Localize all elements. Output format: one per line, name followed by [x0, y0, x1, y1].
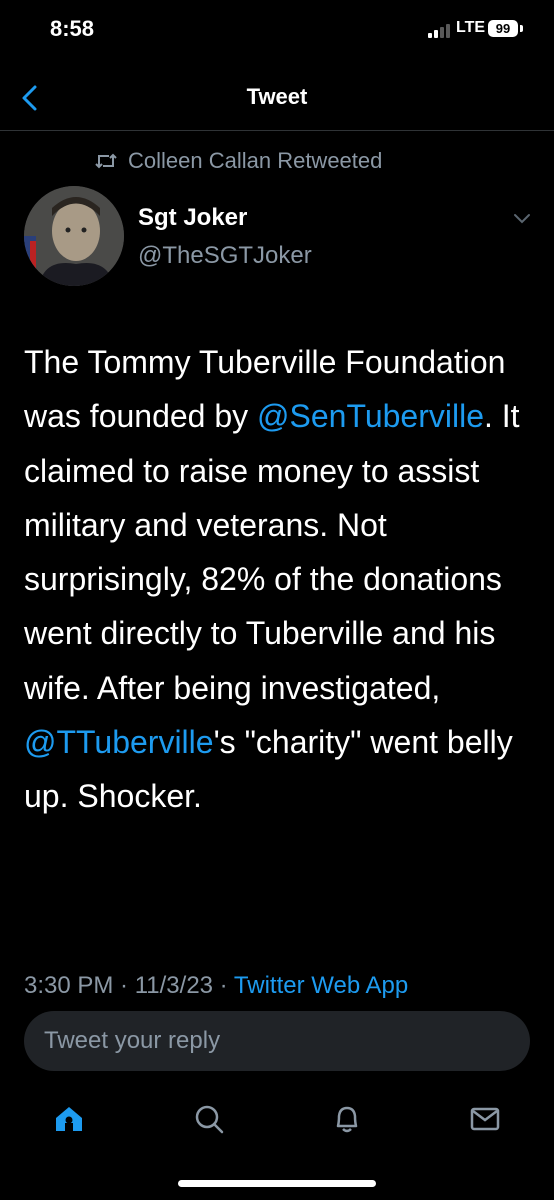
avatar[interactable] — [24, 186, 124, 286]
retweet-label: Colleen Callan Retweeted — [128, 148, 383, 173]
chevron-down-icon[interactable] — [512, 212, 532, 226]
author-name[interactable]: Sgt Joker — [138, 204, 247, 232]
tweet-time: 3:30 PM — [24, 972, 114, 999]
battery-tip — [520, 25, 523, 32]
status-time: 8:58 — [50, 16, 95, 41]
reply-placeholder: Tweet your reply — [44, 1027, 221, 1054]
page-title: Tweet — [246, 84, 308, 109]
home-icon[interactable] — [52, 1102, 86, 1136]
tweet-text-part: . It claimed to raise money to assist mi… — [24, 398, 520, 706]
source-app-link[interactable]: Twitter Web App — [234, 972, 408, 999]
separator: · — [213, 972, 234, 999]
retweet-attribution[interactable]: Colleen Callan Retweeted — [94, 148, 382, 174]
mention-link[interactable]: @TTuberville — [24, 724, 214, 760]
home-indicator[interactable] — [178, 1180, 376, 1187]
search-icon[interactable] — [192, 1102, 226, 1136]
reply-input[interactable]: Tweet your reply — [24, 1011, 530, 1071]
battery-icon: 99 — [488, 20, 518, 37]
author-handle[interactable]: @TheSGTJoker — [138, 242, 312, 270]
tweet-date: 11/3/23 — [134, 972, 214, 999]
signal-icon — [428, 24, 450, 38]
retweet-icon — [95, 153, 117, 169]
separator: · — [113, 972, 135, 999]
tweet-metadata: 3:30 PM · 11/3/23 · Twitter Web App — [24, 972, 408, 1000]
network-label: LTE — [456, 19, 486, 36]
mention-link[interactable]: @SenTuberville — [257, 398, 484, 434]
bell-icon[interactable] — [330, 1102, 364, 1136]
status-bar: 8:58 LTE 99 — [0, 0, 554, 64]
mail-icon[interactable] — [468, 1102, 502, 1136]
tweet-text: The Tommy Tuberville Foundation was foun… — [24, 335, 538, 824]
